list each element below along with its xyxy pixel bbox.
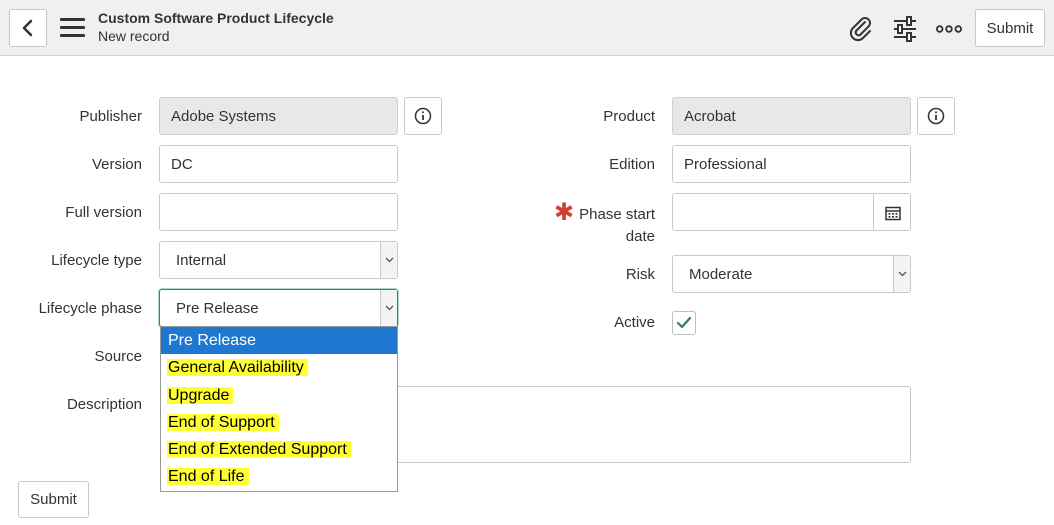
version-label: Version [91,156,142,173]
checkmark-icon [676,316,692,329]
info-icon [927,107,945,125]
chevron-down-icon [380,242,397,278]
sliders-icon[interactable] [892,16,918,42]
lifecycle-phase-dropdown: Pre Release General Availability Upgrade… [160,326,398,492]
page-title: Custom Software Product Lifecycle [98,10,334,26]
chevron-down-icon [893,256,910,292]
option-end-of-extended-support[interactable]: End of Extended Support [161,436,397,463]
back-button[interactable] [9,9,47,47]
description-label: Description [66,396,142,413]
product-field: Acrobat [672,97,911,135]
risk-select[interactable]: Moderate [672,255,911,293]
submit-button-header[interactable]: Submit [975,9,1045,47]
publisher-info-button[interactable] [404,97,442,135]
calendar-icon [884,206,901,220]
submit-button[interactable]: Submit [18,481,89,518]
source-label: Source [94,348,142,365]
chevron-down-icon [380,290,397,326]
full-version-field[interactable] [159,193,398,231]
option-upgrade[interactable]: Upgrade [161,382,397,409]
risk-label: Risk [625,266,655,283]
description-textarea[interactable] [396,386,911,463]
more-options-icon[interactable] [936,16,962,42]
paperclip-icon[interactable] [848,16,874,42]
full-version-label: Full version [65,204,142,221]
lifecycle-type-select[interactable]: Internal [159,241,398,279]
product-info-button[interactable] [917,97,955,135]
option-end-of-life[interactable]: End of Life [161,463,397,490]
active-label: Active [614,314,655,331]
lifecycle-phase-label: Lifecycle phase [38,300,142,317]
option-end-of-support[interactable]: End of Support [161,409,397,436]
lifecycle-type-label: Lifecycle type [51,252,142,269]
phase-start-date-label: Phase start date [579,206,655,245]
calendar-button[interactable] [873,194,911,231]
edition-label: Edition [609,156,655,173]
publisher-field: Adobe Systems [159,97,398,135]
edition-field[interactable]: Professional [672,145,911,183]
hamburger-menu-icon[interactable] [60,18,85,38]
product-label: Product [603,108,655,125]
option-general-availability[interactable]: General Availability [161,354,397,381]
chevron-left-icon [22,19,33,37]
version-field[interactable]: DC [159,145,398,183]
lifecycle-phase-select[interactable]: Pre Release [159,289,398,327]
info-icon [414,107,432,125]
form-header: Custom Software Product Lifecycle New re… [0,0,1054,56]
lifecycle-type-value: Internal [176,251,227,269]
risk-value: Moderate [689,265,753,283]
option-pre-release[interactable]: Pre Release [161,327,397,355]
active-checkbox[interactable] [672,311,696,335]
page-subtitle: New record [98,28,170,44]
publisher-label: Publisher [79,108,142,125]
lifecycle-phase-value: Pre Release [176,299,259,317]
